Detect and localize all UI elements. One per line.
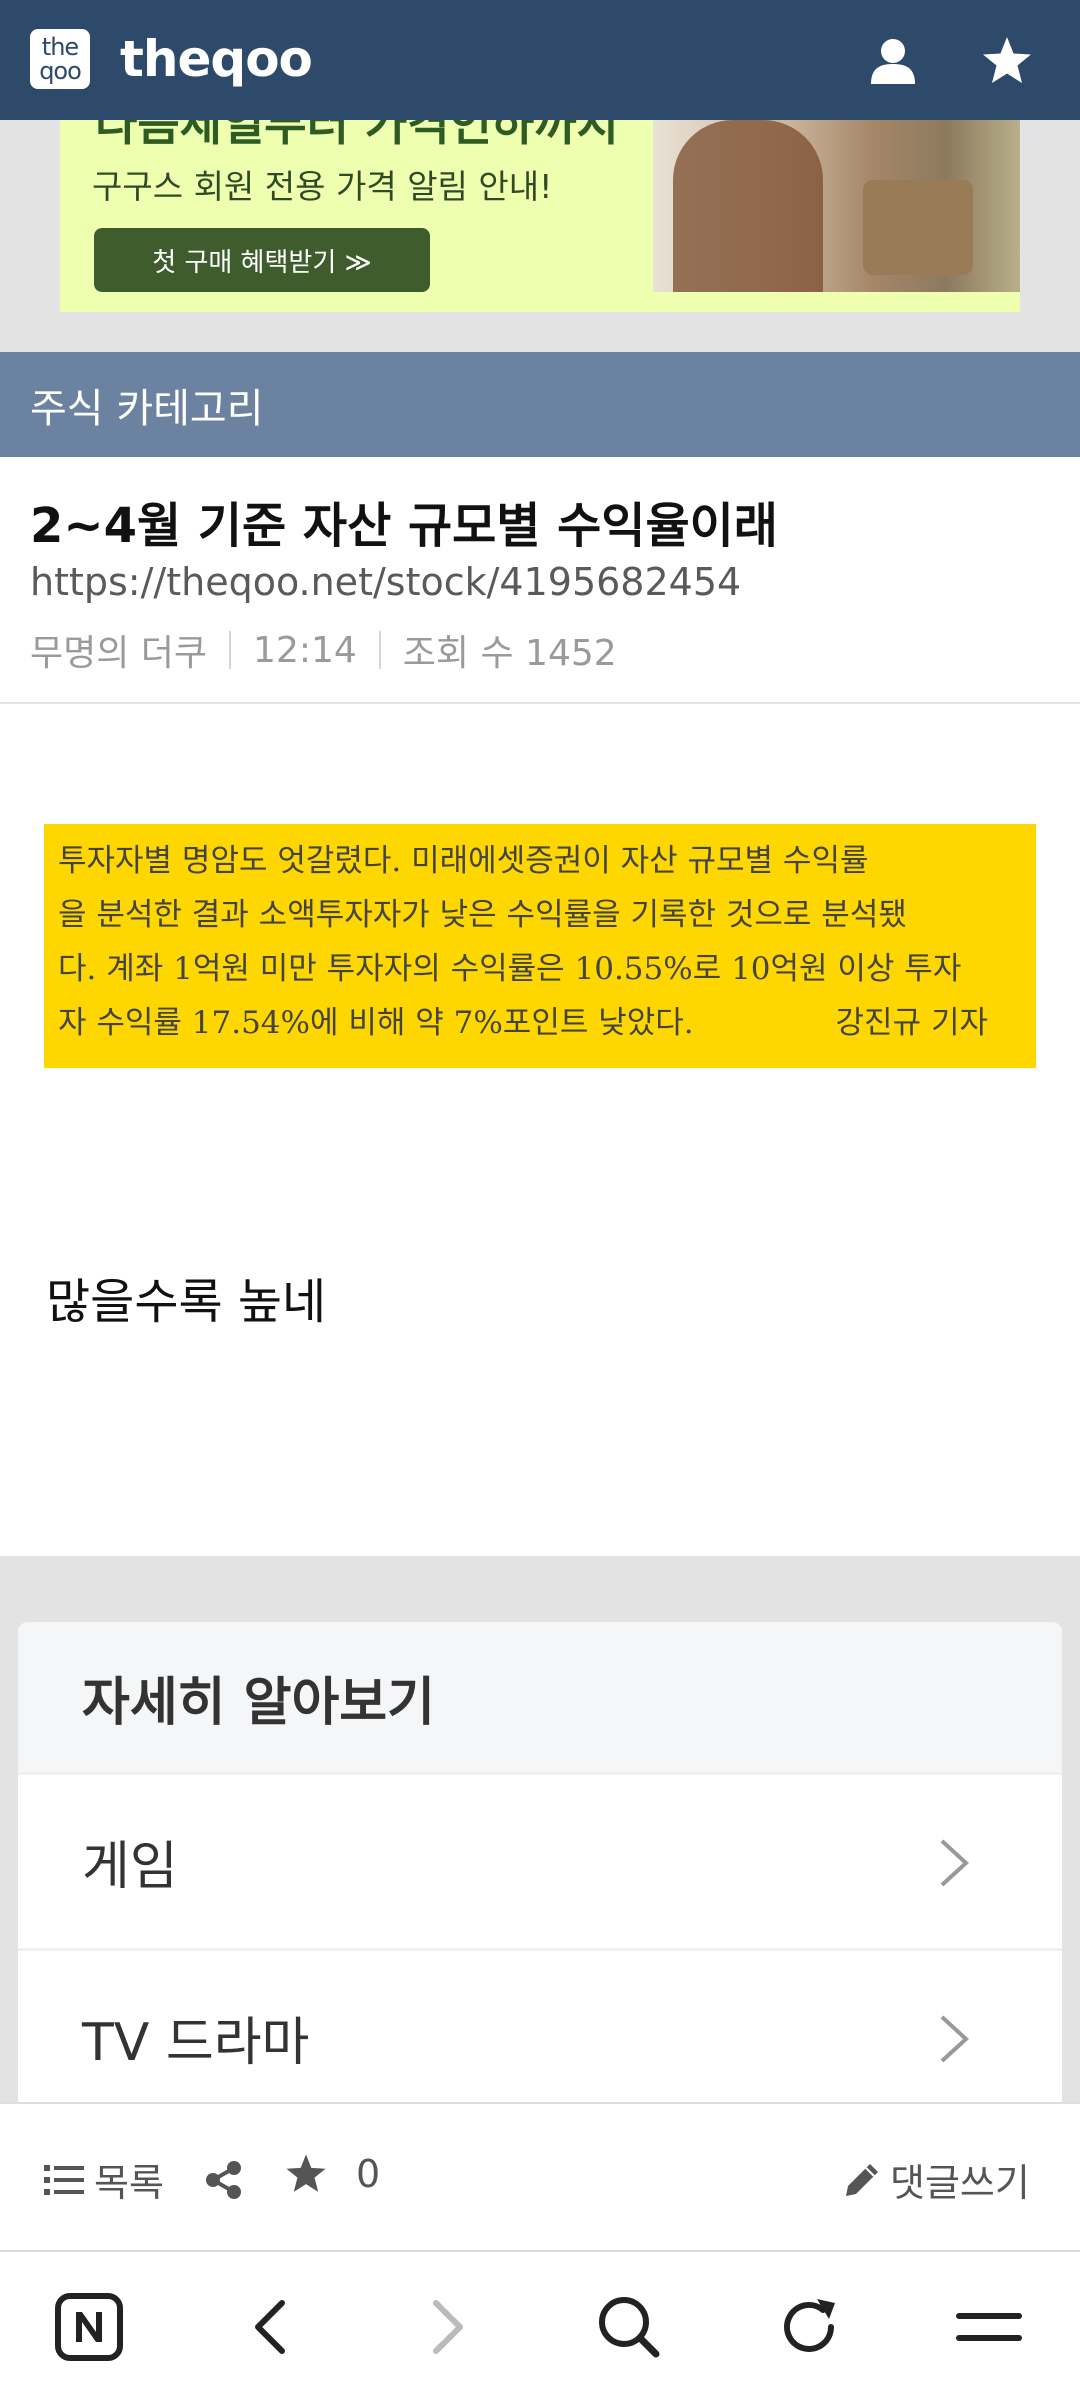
post-time: 12:14 [253,629,357,671]
favorite-button[interactable]: 0 [284,2152,380,2196]
post-meta: 무명의 더쿠 12:14 조회 수 1452 [30,624,617,676]
learn-more-item-label: 게임 [82,1837,178,1897]
clipping-line: 자 수익률 17.54%에 비해 약 7%포인트 낮았다. [58,1005,694,1041]
browser-nav-bar [0,2252,1080,2402]
back-icon [255,2300,285,2354]
post-url[interactable]: https://theqoo.net/stock/4195682454 [30,560,741,604]
refresh-icon [784,2299,835,2352]
menu-icon [956,2313,1022,2341]
forward-icon [433,2300,463,2354]
meta-divider [229,631,232,669]
naver-n-icon [55,2293,123,2361]
pencil-icon [846,2163,878,2196]
learn-more-heading: 자세히 알아보기 [18,1622,1062,1772]
clipping-line: 다. 계좌 1억원 미만 투자자의 수익률은 10.55%로 10억원 이상 투… [58,951,962,987]
chevron-right-icon [940,2015,969,2063]
back-button[interactable] [234,2292,304,2362]
post-title: 2~4월 기준 자산 규모별 수익율이래 [30,498,778,554]
chevron-right-icon [940,1839,969,1887]
post-author: 무명의 더쿠 [30,633,208,674]
clipping-line: 투자자별 명암도 엇갈렸다. 미래에셋증권이 자산 규모별 수익률 [58,843,869,879]
top-app-bar: the qoo theqoo [0,0,1080,120]
ad-photo [653,120,1020,292]
ad-photo-person [673,120,823,292]
menu-button[interactable] [954,2292,1024,2362]
learn-more-item-tv-drama[interactable]: TV 드라마 [18,1948,1062,2102]
search-button[interactable] [594,2292,664,2362]
category-bar[interactable]: 주식 카테고리 [0,352,1080,457]
learn-more-card: 자세히 알아보기 게임 TV 드라마 [18,1622,1062,2102]
favorite-count: 0 [356,2152,381,2196]
search-icon [599,2297,660,2358]
write-comment-label: 댓글쓰기 [890,2161,1030,2205]
list-label: 목록 [94,2161,164,2205]
logo-text-bottom: qoo [39,57,82,85]
list-icon [44,2164,84,2195]
post-body-text: 많을수록 높네 [46,1274,327,1330]
ad-photo-bag [863,180,973,275]
ad-subtext: 구구스 회원 전용 가격 알림 안내! [92,167,553,206]
ad-headline: 다음세일부터 가격인하까지 [95,120,619,151]
post-toolbar: 목록 0 댓글쓰기 [0,2102,1080,2252]
header-divider [0,702,1080,704]
clipping-reporter: 강진규 기자 [835,1005,988,1041]
category-label: 주식 카테고리 [30,385,264,432]
user-icon[interactable] [866,34,920,88]
naver-home-button[interactable] [54,2292,124,2362]
clipping-line: 을 분석한 결과 소액투자자가 낮은 수익률을 기록한 것으로 분석됐 [58,897,907,933]
site-logo[interactable]: the qoo [30,29,90,89]
share-icon[interactable] [204,2160,244,2200]
news-clipping-image[interactable]: 투자자별 명암도 엇갈렸다. 미래에셋증권이 자산 규모별 수익률 을 분석한 … [44,824,1036,1068]
post-views: 조회 수 1452 [402,633,617,674]
meta-divider [378,631,381,669]
logo-text-top: the [41,33,79,61]
star-icon[interactable] [980,34,1034,88]
list-button[interactable]: 목록 [44,2152,164,2207]
forward-button[interactable] [414,2292,484,2362]
star-icon [286,2154,326,2192]
refresh-button[interactable] [774,2292,844,2362]
ad-cta-button[interactable]: 첫 구매 혜택받기 ≫ [94,228,430,292]
learn-more-item-label: TV 드라마 [82,2013,310,2073]
ad-banner[interactable]: 다음세일부터 가격인하까지 구구스 회원 전용 가격 알림 안내! 첫 구매 혜… [60,120,1020,312]
write-comment-button[interactable]: 댓글쓰기 [842,2152,1030,2207]
brand-name[interactable]: theqoo [120,30,313,88]
ad-area: 다음세일부터 가격인하까지 구구스 회원 전용 가격 알림 안내! 첫 구매 혜… [0,120,1080,352]
learn-more-item-game[interactable]: 게임 [18,1772,1062,1948]
